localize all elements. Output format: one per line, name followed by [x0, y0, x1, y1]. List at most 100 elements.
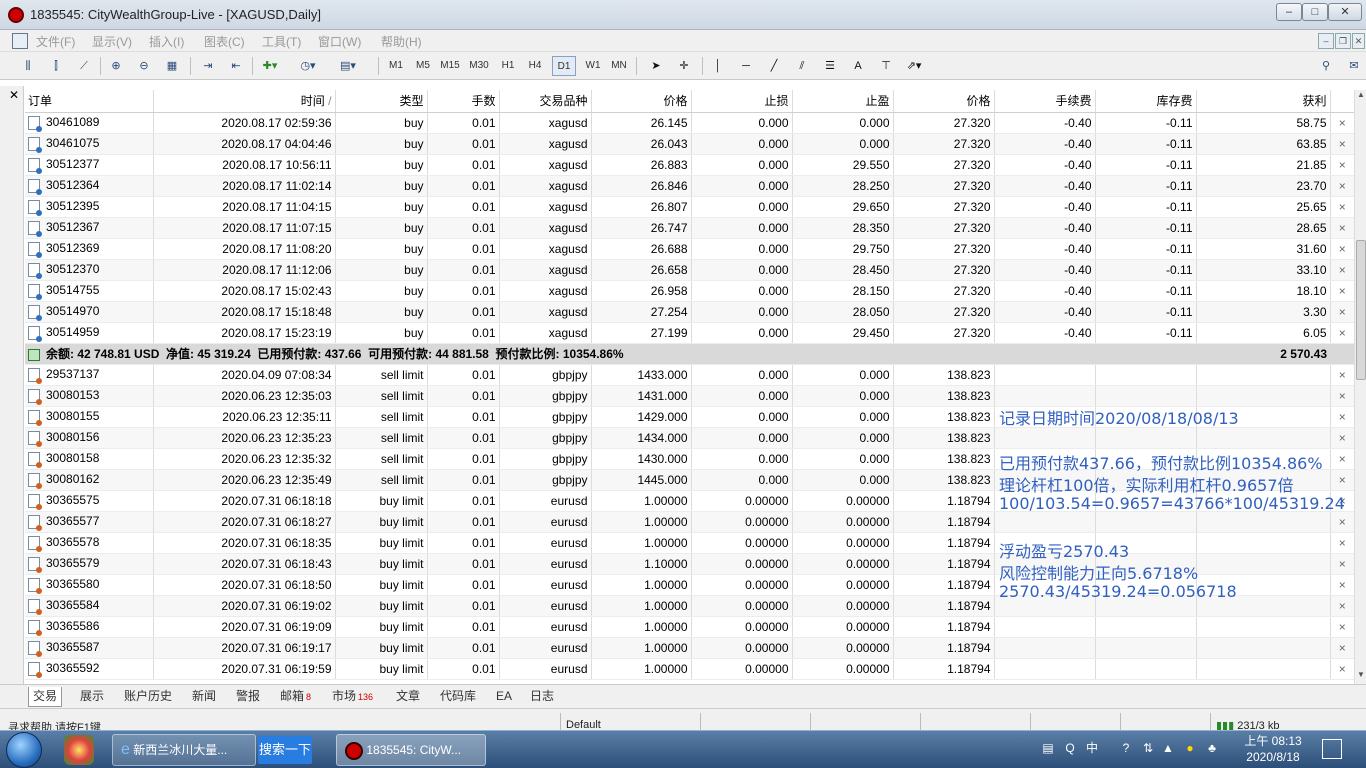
- table-row[interactable]: 30365578 2020.07.31 06:18:35 buy limit 0.01…: [25, 532, 1354, 554]
- app-launcher-icon[interactable]: [64, 735, 94, 765]
- chat-icon[interactable]: ✉: [1344, 56, 1364, 76]
- tray-qq-icon[interactable]: ♣: [1204, 739, 1220, 757]
- close-order-icon[interactable]: ×: [1330, 217, 1354, 239]
- equidistant-channel-icon[interactable]: ⫽: [792, 56, 812, 76]
- close-order-icon[interactable]: ×: [1330, 616, 1354, 638]
- col-profit[interactable]: 获利: [1196, 90, 1331, 113]
- tab-news[interactable]: 新闻: [188, 687, 220, 707]
- add-indicator-icon[interactable]: ✚▾: [260, 56, 280, 76]
- taskbar-search-button[interactable]: 搜索一下: [258, 736, 312, 764]
- mdi-restore-button[interactable]: ❐: [1335, 33, 1351, 49]
- tab-exposure[interactable]: 展示: [76, 687, 108, 707]
- table-row[interactable]: 30080153 2020.06.23 12:35:03 sell limit 0.0…: [25, 385, 1354, 407]
- periods-clock-icon[interactable]: ◷▾: [298, 56, 318, 76]
- menu-file[interactable]: 文件(F): [36, 33, 75, 50]
- table-row[interactable]: 30512369 2020.08.17 11:08:20 buy 0.01 xagusd…: [25, 238, 1354, 260]
- table-row[interactable]: 30080156 2020.06.23 12:35:23 sell limit 0.0…: [25, 427, 1354, 449]
- zoom-in-icon[interactable]: ⊕: [106, 56, 126, 76]
- col-swap[interactable]: 库存费: [1095, 90, 1197, 113]
- timeframe-h1[interactable]: H1: [498, 56, 518, 76]
- timeframe-m15[interactable]: M15: [440, 56, 460, 76]
- timeframe-m1[interactable]: M1: [386, 56, 406, 76]
- close-window-button[interactable]: ✕: [1328, 3, 1362, 21]
- chart-window-icon[interactable]: [12, 33, 28, 49]
- close-order-icon[interactable]: ×: [1330, 595, 1354, 617]
- table-row[interactable]: 30514959 2020.08.17 15:23:19 buy 0.01 xagusd…: [25, 322, 1354, 344]
- start-button[interactable]: [6, 732, 42, 768]
- chart-shift-icon[interactable]: ⇤: [226, 56, 246, 76]
- maximize-button[interactable]: □: [1302, 3, 1328, 21]
- tab-experts[interactable]: EA: [492, 687, 516, 707]
- search-icon[interactable]: ⚲: [1316, 56, 1336, 76]
- tab-journal[interactable]: 日志: [526, 687, 558, 707]
- text-tool-icon[interactable]: A: [848, 56, 868, 76]
- close-order-icon[interactable]: ×: [1330, 364, 1354, 386]
- table-row[interactable]: 30514970 2020.08.17 15:18:48 buy 0.01 xagusd…: [25, 301, 1354, 323]
- table-row[interactable]: 30461075 2020.08.17 04:04:46 buy 0.01 xagusd…: [25, 133, 1354, 155]
- menu-insert[interactable]: 插入(I): [149, 33, 184, 50]
- menu-tools[interactable]: 工具(T): [262, 33, 301, 50]
- close-order-icon[interactable]: ×: [1330, 553, 1354, 575]
- table-row[interactable]: 30461089 2020.08.17 02:59:36 buy 0.01 xagusd…: [25, 112, 1354, 134]
- line-chart-icon[interactable]: ⟋: [74, 56, 94, 76]
- table-row[interactable]: 30365592 2020.07.31 06:19:59 buy limit 0.01…: [25, 658, 1354, 680]
- table-row[interactable]: 30512395 2020.08.17 11:04:15 buy 0.01 xagusd…: [25, 196, 1354, 218]
- bar-chart-icon[interactable]: ⫼: [18, 56, 38, 76]
- tab-account-history[interactable]: 账户历史: [120, 687, 176, 707]
- action-center-icon[interactable]: [1322, 739, 1342, 759]
- timeframe-mn[interactable]: MN: [609, 56, 629, 76]
- timeframe-w1[interactable]: W1: [583, 56, 603, 76]
- menu-help[interactable]: 帮助(H): [381, 33, 422, 50]
- mdi-minimize-button[interactable]: –: [1318, 33, 1334, 49]
- menu-view[interactable]: 显示(V): [92, 33, 132, 50]
- text-label-icon[interactable]: ⊤: [876, 56, 896, 76]
- col-tp[interactable]: 止盈: [792, 90, 894, 113]
- tile-windows-icon[interactable]: ▦: [162, 56, 182, 76]
- table-row[interactable]: 30365586 2020.07.31 06:19:09 buy limit 0.01…: [25, 616, 1354, 638]
- scroll-down-icon[interactable]: ▼: [1356, 670, 1366, 682]
- col-commission[interactable]: 手续费: [994, 90, 1096, 113]
- close-order-icon[interactable]: ×: [1330, 511, 1354, 533]
- col-symbol[interactable]: 交易品种: [499, 90, 592, 113]
- close-order-icon[interactable]: ×: [1330, 427, 1354, 449]
- close-order-icon[interactable]: ×: [1330, 637, 1354, 659]
- tray-help-icon[interactable]: ?: [1118, 739, 1134, 757]
- arrows-icon[interactable]: ⇗▾: [904, 56, 924, 76]
- trendline-icon[interactable]: ╱: [764, 56, 784, 76]
- col-sl[interactable]: 止损: [691, 90, 793, 113]
- horizontal-line-icon[interactable]: ─: [736, 56, 756, 76]
- close-order-icon[interactable]: ×: [1330, 196, 1354, 218]
- tray-ime[interactable]: 中: [1084, 739, 1100, 757]
- col-volume[interactable]: 手数: [427, 90, 500, 113]
- col-price[interactable]: 价格: [591, 90, 692, 113]
- close-order-icon[interactable]: ×: [1330, 238, 1354, 260]
- table-row[interactable]: 30514755 2020.08.17 15:02:43 buy 0.01 xagusd…: [25, 280, 1354, 302]
- close-order-icon[interactable]: ×: [1330, 112, 1354, 134]
- fibonacci-icon[interactable]: ☰: [820, 56, 840, 76]
- tray-q-icon[interactable]: Q: [1062, 739, 1078, 757]
- timeframe-h4[interactable]: H4: [525, 56, 545, 76]
- close-order-icon[interactable]: ×: [1330, 280, 1354, 302]
- mdi-close-button[interactable]: ✕: [1352, 33, 1365, 49]
- scroll-thumb[interactable]: [1356, 240, 1366, 380]
- scroll-up-icon[interactable]: ▲: [1356, 90, 1366, 102]
- timeframe-d1[interactable]: D1: [552, 56, 576, 76]
- menu-charts[interactable]: 图表(C): [204, 33, 245, 50]
- terminal-close-icon[interactable]: ✕: [9, 88, 19, 102]
- menu-window[interactable]: 窗口(W): [318, 33, 361, 50]
- tab-market[interactable]: 市场 136: [328, 687, 377, 707]
- col-type[interactable]: 类型: [335, 90, 428, 113]
- close-order-icon[interactable]: ×: [1330, 532, 1354, 554]
- table-row[interactable]: 30512377 2020.08.17 10:56:11 buy 0.01 xagusd…: [25, 154, 1354, 176]
- table-scrollbar[interactable]: ▲ ▼: [1354, 90, 1366, 684]
- tab-alerts[interactable]: 警报: [232, 687, 264, 707]
- close-order-icon[interactable]: ×: [1330, 574, 1354, 596]
- vertical-line-icon[interactable]: │: [708, 56, 728, 76]
- close-order-icon[interactable]: ×: [1330, 385, 1354, 407]
- templates-icon[interactable]: ▤▾: [338, 56, 358, 76]
- table-row[interactable]: 30365587 2020.07.31 06:19:17 buy limit 0.01…: [25, 637, 1354, 659]
- cursor-icon[interactable]: ➤: [646, 56, 666, 76]
- close-order-icon[interactable]: ×: [1330, 448, 1354, 470]
- close-order-icon[interactable]: ×: [1330, 658, 1354, 680]
- auto-scroll-icon[interactable]: ⇥: [198, 56, 218, 76]
